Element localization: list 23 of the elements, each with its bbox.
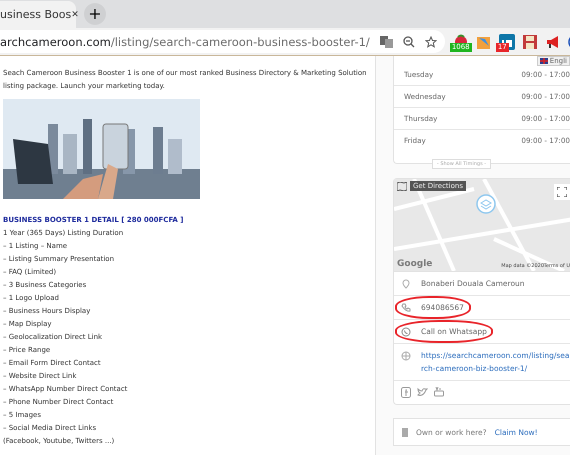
new-tab-button[interactable]: + (84, 3, 106, 25)
building-icon (402, 428, 408, 436)
facebook-icon[interactable] (401, 387, 411, 398)
layers-pin-icon (476, 194, 496, 216)
address-bar[interactable]: archcameroon.com/listing/search-cameroon-business-booster-1/ (0, 30, 445, 53)
phone-icon (401, 303, 411, 313)
map-logo: Google (397, 259, 432, 269)
twitter-icon[interactable] (417, 387, 428, 397)
zoom-out-icon[interactable] (402, 36, 415, 48)
location-pin-icon (401, 279, 411, 289)
translate-icon[interactable] (380, 36, 393, 48)
close-icon[interactable]: ✕ (71, 10, 79, 20)
youtube-icon[interactable] (434, 387, 444, 397)
globe-icon (401, 351, 411, 361)
star-icon[interactable] (424, 36, 437, 48)
browser-tab[interactable]: usiness Boos✕ (0, 1, 76, 28)
map-icon (397, 182, 407, 191)
flag-icon (540, 58, 548, 64)
url-text: archcameroon.com/listing/search-cameroon-business-booster-1/ (0, 34, 370, 48)
megaphone-icon[interactable] (544, 34, 561, 50)
fullscreen-icon[interactable] (554, 184, 570, 200)
tab-title: usiness Boos (0, 8, 72, 21)
whatsapp-icon (401, 327, 411, 337)
